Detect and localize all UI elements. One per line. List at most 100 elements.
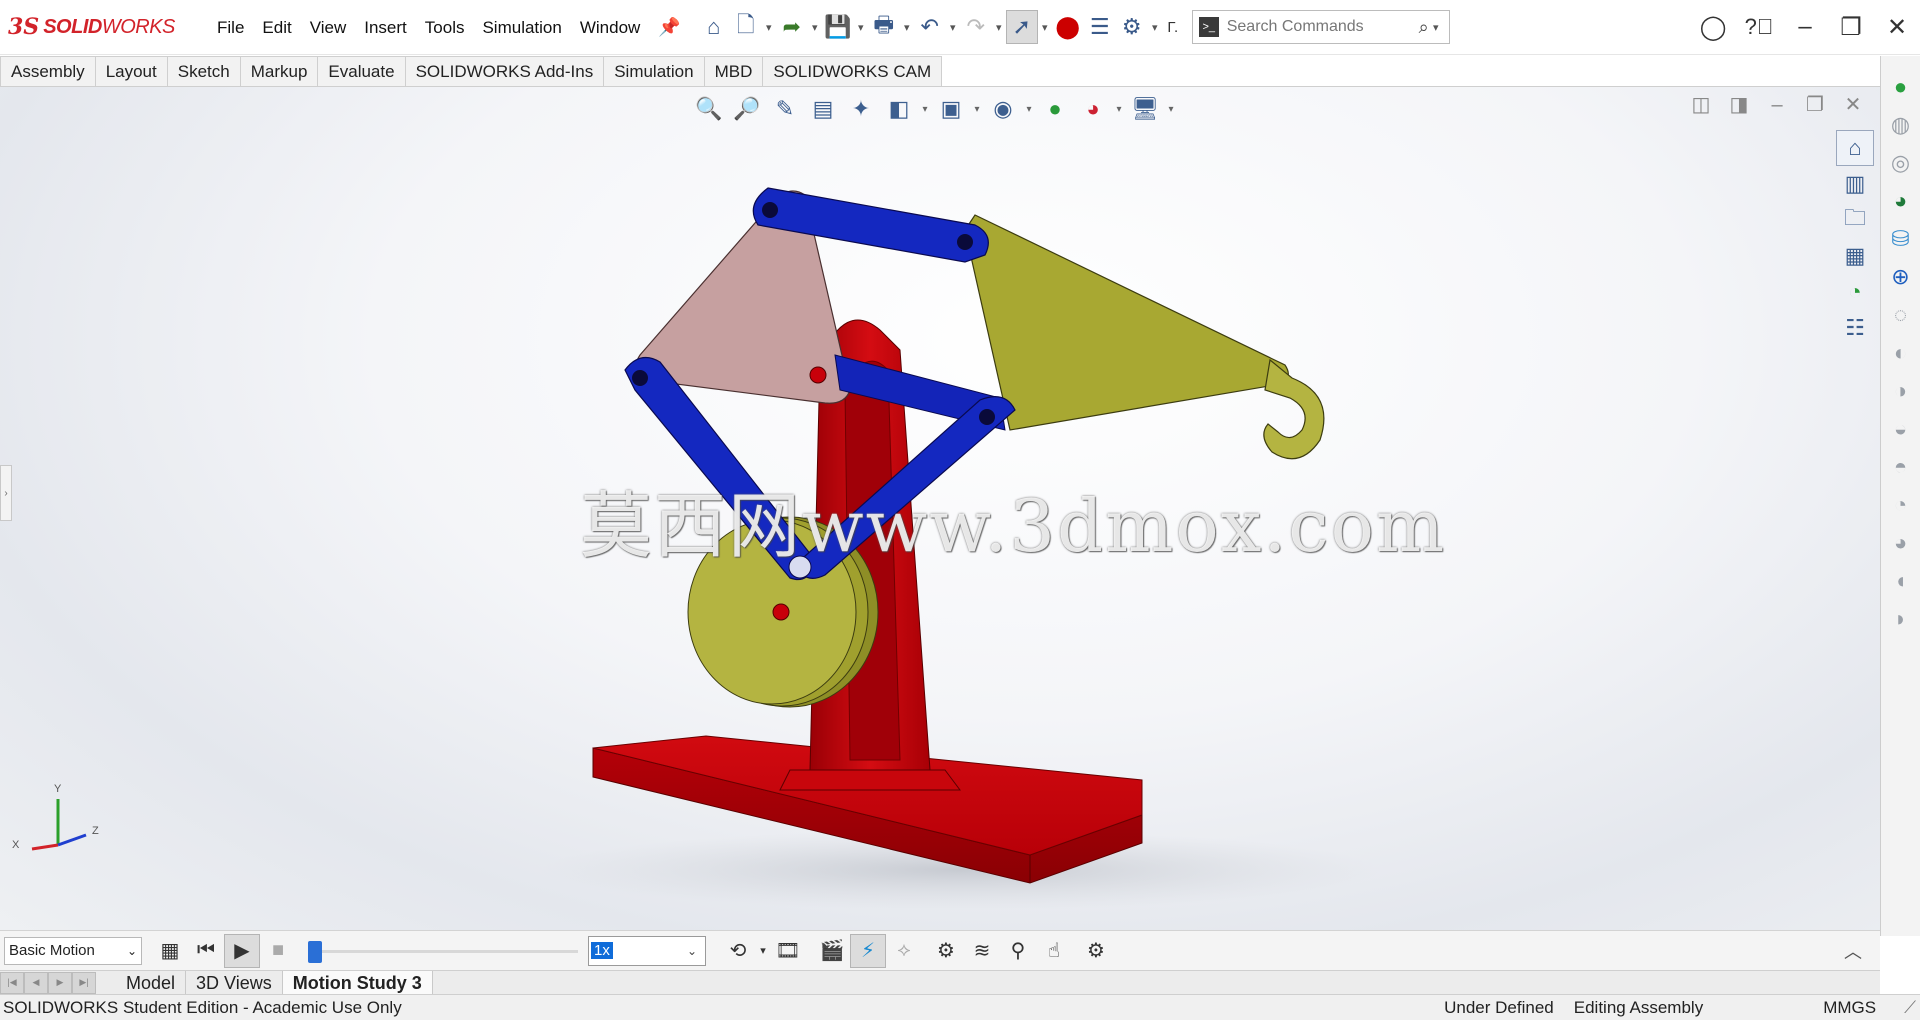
triad-x-label: X (12, 839, 20, 851)
file-properties-icon[interactable]: ☰ (1084, 10, 1116, 44)
animation-wizard-icon[interactable]: 🎬 (814, 934, 850, 968)
options-dropdown-chevron-icon[interactable]: ▾ (1148, 10, 1162, 44)
autokey-icon[interactable]: ⚡ (850, 933, 886, 968)
search-icon[interactable]: ⌕ (1419, 17, 1429, 38)
menu-simulation[interactable]: Simulation (473, 0, 570, 55)
render-tools-icon[interactable]: ◕ (1884, 182, 1918, 220)
tab-evaluate[interactable]: Evaluate (318, 56, 406, 87)
collapse-motion-manager-icon[interactable]: ︿ (1844, 938, 1862, 964)
tab-assembly[interactable]: Assembly (0, 56, 96, 87)
search-dropdown-chevron-icon[interactable]: ▾ (1429, 10, 1443, 44)
tab-layout[interactable]: Layout (95, 56, 168, 87)
menu-view[interactable]: View (301, 0, 356, 55)
select-pointer-icon[interactable]: ➚ (1005, 10, 1038, 44)
help-icon[interactable]: ?⃝ (1736, 14, 1782, 40)
menu-tools[interactable]: Tools (416, 0, 474, 55)
light-bulb-icon[interactable]: ◌ (1884, 296, 1918, 334)
tab-cam[interactable]: SOLIDWORKS CAM (763, 56, 943, 87)
tab-simulation[interactable]: Simulation (604, 56, 705, 87)
appearance-sphere-icon[interactable]: ● (1884, 68, 1918, 106)
open-dropdown-chevron-icon[interactable]: ▾ (808, 10, 822, 44)
playback-mode-chevron-icon[interactable]: ▾ (756, 934, 770, 968)
view-palette-icon[interactable]: ▦ (1836, 238, 1874, 274)
print-icon[interactable]: 🖶 (868, 10, 900, 44)
scene-icon[interactable]: ◑ (1884, 372, 1918, 410)
play-icon[interactable]: ▶ (224, 933, 260, 968)
redo-dropdown-chevron-icon[interactable]: ▾ (992, 10, 1006, 44)
timeline-thumb[interactable] (308, 940, 322, 963)
pin-menu-icon[interactable]: 📌 (649, 0, 689, 55)
final-render-icon[interactable]: ◒ (1884, 410, 1918, 448)
last-tab-icon[interactable]: ▶| (72, 971, 96, 994)
study-type-select[interactable]: Basic Motion ⌄ (4, 936, 142, 965)
search-commands-box[interactable]: >_ Search Commands ⌕ ▾ (1191, 10, 1450, 44)
rebuild-traffic-light-icon[interactable]: ⬤ (1052, 10, 1084, 44)
playback-speed-select[interactable]: 1x ⌄ (588, 935, 706, 966)
open-file-icon[interactable]: ➦ (776, 10, 808, 44)
search-input[interactable]: Search Commands (1227, 18, 1419, 36)
close-icon[interactable]: ✕ (1874, 13, 1920, 42)
decal-tool-icon[interactable]: ◎ (1884, 144, 1918, 182)
design-library-icon[interactable]: ▥ (1836, 166, 1874, 202)
custom-properties-icon[interactable]: ☷ (1836, 310, 1874, 346)
playback-mode-loop-icon[interactable]: ⟲ (720, 934, 756, 968)
tab-motion-study-3[interactable]: Motion Study 3 (282, 970, 433, 995)
solidworks-logo[interactable]: 3S SOLIDWORKS (8, 14, 208, 40)
stop-icon[interactable]: ■ (260, 934, 296, 968)
recall-render-icon[interactable]: ◔ (1884, 486, 1918, 524)
resize-grip-icon[interactable]: ⟋ (1904, 998, 1916, 1018)
prev-tab-icon[interactable]: ◀ (24, 971, 48, 994)
tab-sketch[interactable]: Sketch (167, 56, 241, 87)
tab-markup[interactable]: Markup (240, 56, 319, 87)
user-account-icon[interactable]: ◯ (1690, 13, 1736, 42)
save-animation-icon[interactable]: 🎞 (770, 934, 806, 968)
menu-edit[interactable]: Edit (253, 0, 300, 55)
file-explorer-folder-icon[interactable]: 🗀 (1836, 202, 1874, 238)
render-region-icon[interactable]: ◖ (1884, 562, 1918, 600)
menu-insert[interactable]: Insert (355, 0, 416, 55)
select-dropdown-chevron-icon[interactable]: ▾ (1038, 10, 1052, 44)
gravity-icon[interactable]: ☝ (1036, 934, 1072, 968)
spring-icon[interactable]: ≋ (964, 934, 1000, 968)
schedule-render-icon[interactable]: ◓ (1884, 448, 1918, 486)
next-tab-icon[interactable]: ▶ (48, 971, 72, 994)
tab-3d-views[interactable]: 3D Views (186, 970, 283, 995)
options-render-icon[interactable]: ◕ (1884, 524, 1918, 562)
motion-study-properties-gear-icon[interactable]: ⚙ (1078, 934, 1114, 968)
target-crosshair-icon[interactable]: ⊕ (1884, 258, 1918, 296)
save-icon[interactable]: 💾 (822, 10, 854, 44)
play-from-start-icon[interactable]: ⏮ (188, 934, 224, 968)
units-selector[interactable]: MMGS (1823, 998, 1876, 1018)
motor-icon[interactable]: ⚙ (928, 934, 964, 968)
toolbar-overflow[interactable]: Γ. (1162, 10, 1184, 44)
home-icon[interactable]: ⌂ (698, 10, 730, 44)
tab-addins[interactable]: SOLIDWORKS Add-Ins (405, 56, 605, 87)
redo-icon[interactable]: ↷ (960, 10, 992, 44)
tab-mbd[interactable]: MBD (704, 56, 764, 87)
integrated-preview-icon[interactable]: ◗ (1884, 600, 1918, 638)
undo-dropdown-chevron-icon[interactable]: ▾ (946, 10, 960, 44)
menu-window[interactable]: Window (571, 0, 649, 55)
calculate-icon[interactable]: ▦ (152, 934, 188, 968)
graphics-area[interactable]: 🔍 🔎 ✎ ▤ ✦ ◧ ▾ ▣ ▾ ◉ ▾ ● ◕ ▾ 🖥 ▾ ◫ ◨ – ❐ … (0, 87, 1880, 930)
camera-icon[interactable]: ◐ (1884, 334, 1918, 372)
new-document-icon[interactable]: 🗋 (730, 10, 762, 44)
timeline-slider[interactable] (308, 940, 578, 963)
appearances-scenes-icon[interactable]: ◔ (1836, 274, 1874, 310)
rendering-tool-icon[interactable]: ◍ (1884, 106, 1918, 144)
first-tab-icon[interactable]: |◀ (0, 971, 24, 994)
new-dropdown-chevron-icon[interactable]: ▾ (762, 10, 776, 44)
minimize-icon[interactable]: – (1782, 13, 1828, 41)
options-gear-icon[interactable]: ⚙ (1116, 10, 1148, 44)
contact-icon[interactable]: ⚲ (1000, 934, 1036, 968)
restore-icon[interactable]: ❐ (1828, 13, 1874, 42)
add-update-key-icon[interactable]: ⟡ (886, 934, 922, 968)
print-dropdown-chevron-icon[interactable]: ▾ (900, 10, 914, 44)
solidworks-wordmark: SOLIDWORKS (43, 16, 175, 39)
menu-file[interactable]: File (208, 0, 253, 55)
tab-model[interactable]: Model (116, 970, 187, 995)
save-dropdown-chevron-icon[interactable]: ▾ (854, 10, 868, 44)
solidworks-resources-home-icon[interactable]: ⌂ (1836, 130, 1874, 166)
edit-material-icon[interactable]: ⛁ (1884, 220, 1918, 258)
undo-icon[interactable]: ↶ (914, 10, 946, 44)
